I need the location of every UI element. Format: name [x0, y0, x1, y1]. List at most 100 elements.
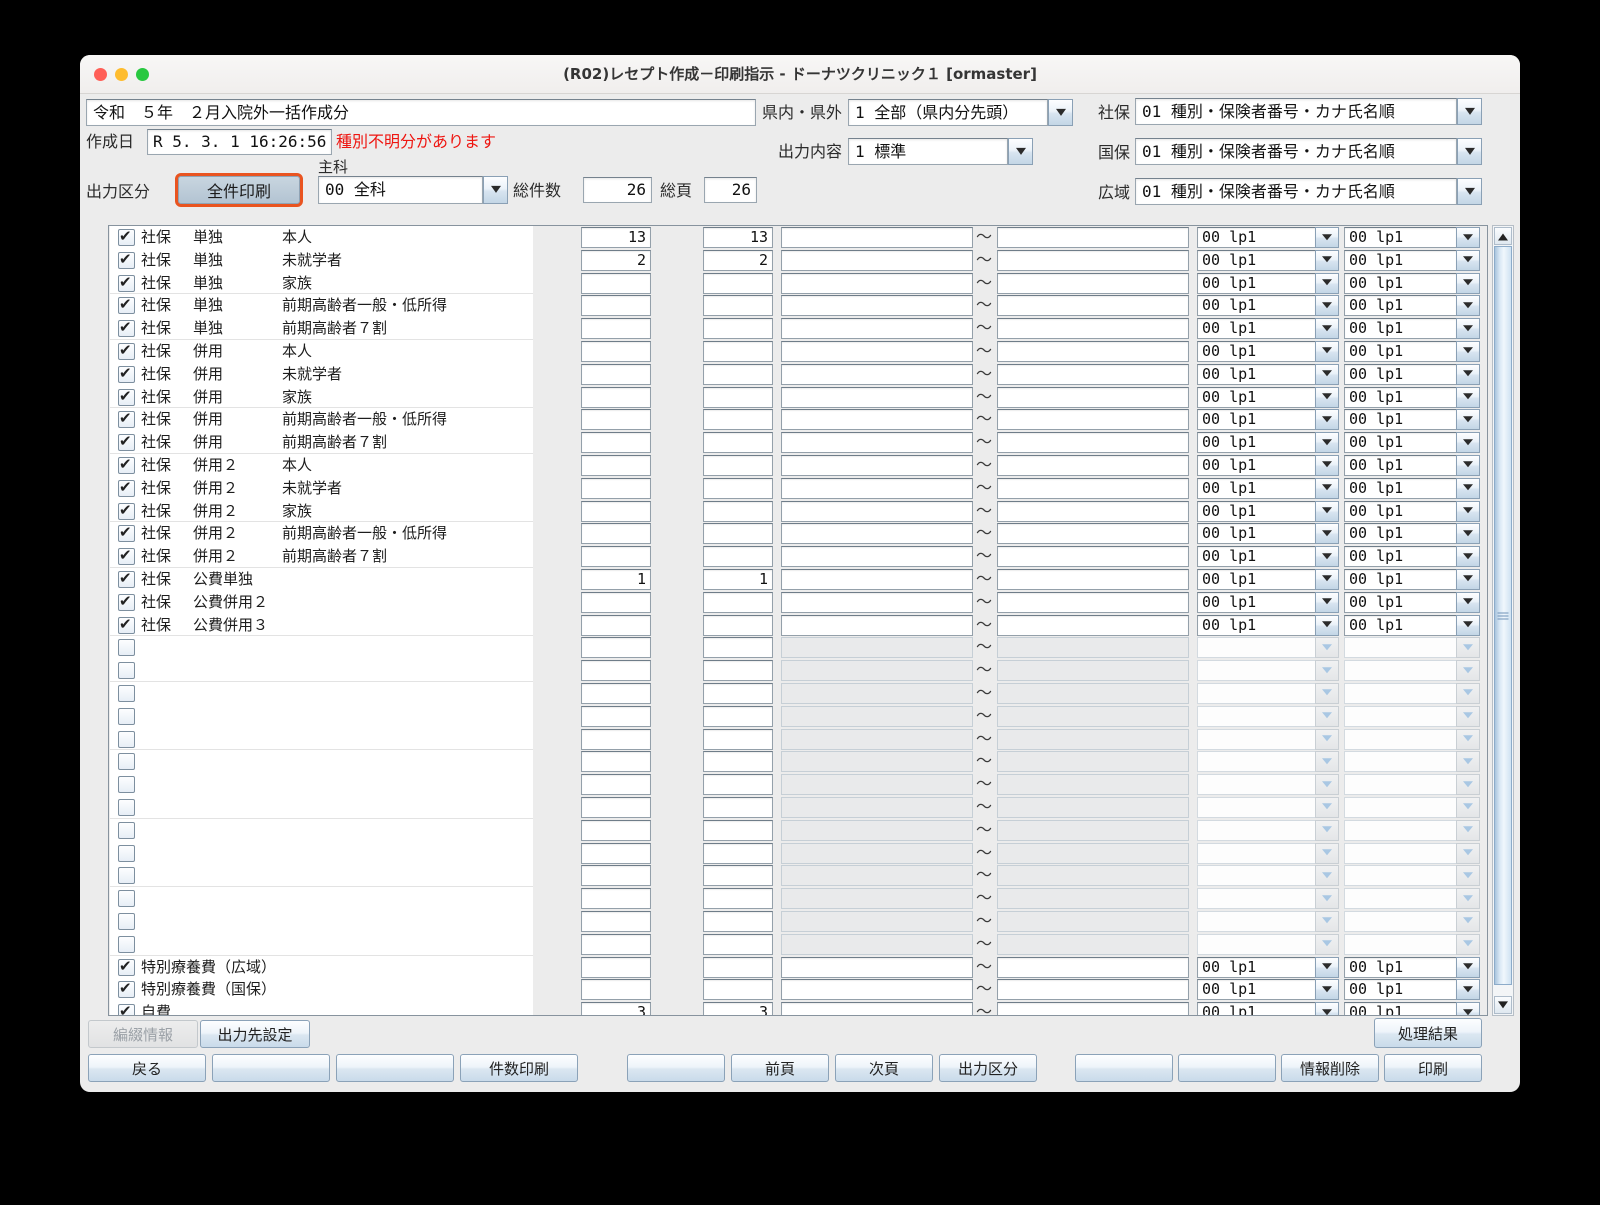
- printer2-select[interactable]: 00 lp1: [1344, 614, 1457, 636]
- printer2-select[interactable]: 00 lp1: [1344, 272, 1457, 294]
- range-start-field[interactable]: [781, 979, 973, 1001]
- printer2-dropdown-button[interactable]: [1456, 386, 1480, 408]
- printer1-select[interactable]: 00 lp1: [1197, 363, 1316, 385]
- range-end-field[interactable]: [997, 454, 1189, 476]
- range-start-field[interactable]: [781, 318, 973, 340]
- printer2-dropdown-button[interactable]: [1456, 272, 1480, 294]
- row-checkbox[interactable]: [118, 639, 135, 657]
- page-count-field[interactable]: 1: [703, 568, 773, 590]
- count-field[interactable]: [581, 979, 651, 1001]
- blank-button[interactable]: [1075, 1054, 1173, 1082]
- row-checkbox[interactable]: [118, 684, 135, 702]
- row-checkbox[interactable]: [118, 821, 135, 839]
- printer1-select[interactable]: 00 lp1: [1197, 409, 1316, 431]
- page-count-field[interactable]: [703, 842, 773, 864]
- count-field[interactable]: [581, 272, 651, 294]
- row-checkbox[interactable]: [118, 707, 135, 725]
- count-field[interactable]: [581, 386, 651, 408]
- page-count-field[interactable]: [703, 614, 773, 636]
- page-count-field[interactable]: [703, 705, 773, 727]
- printer2-dropdown-button[interactable]: [1456, 568, 1480, 590]
- output-content-select[interactable]: 1 標準: [848, 138, 1008, 165]
- page-count-field[interactable]: [703, 979, 773, 1001]
- row-checkbox[interactable]: [118, 753, 135, 771]
- next-page-button[interactable]: 次頁: [835, 1054, 933, 1082]
- kennai-dropdown-button[interactable]: [1048, 99, 1073, 126]
- printer1-select[interactable]: 00 lp1: [1197, 546, 1316, 568]
- blank-button[interactable]: [336, 1054, 454, 1082]
- count-field[interactable]: [581, 500, 651, 522]
- printer1-select[interactable]: 00 lp1: [1197, 568, 1316, 590]
- printer2-dropdown-button[interactable]: [1456, 295, 1480, 317]
- range-end-field[interactable]: [997, 363, 1189, 385]
- range-end-field[interactable]: [997, 318, 1189, 340]
- page-count-field[interactable]: [703, 682, 773, 704]
- range-end-field[interactable]: [997, 477, 1189, 499]
- count-field[interactable]: [581, 956, 651, 978]
- row-checkbox[interactable]: [118, 890, 135, 908]
- page-count-field[interactable]: [703, 546, 773, 568]
- count-field[interactable]: [581, 454, 651, 476]
- count-field[interactable]: [581, 682, 651, 704]
- count-field[interactable]: [581, 933, 651, 955]
- printer1-dropdown-button[interactable]: [1315, 1002, 1339, 1015]
- row-checkbox[interactable]: [118, 546, 135, 566]
- printer2-select[interactable]: 00 lp1: [1344, 454, 1457, 476]
- row-checkbox[interactable]: [118, 250, 135, 269]
- count-print-button[interactable]: 件数印刷: [460, 1054, 578, 1082]
- printer2-select[interactable]: 00 lp1: [1344, 386, 1457, 408]
- range-start-field[interactable]: [781, 956, 973, 978]
- printer1-dropdown-button[interactable]: [1315, 227, 1339, 248]
- back-button[interactable]: 戻る: [88, 1054, 206, 1082]
- printer1-dropdown-button[interactable]: [1315, 979, 1339, 1001]
- page-count-field[interactable]: [703, 523, 773, 545]
- blank-button[interactable]: [627, 1054, 725, 1082]
- range-start-field[interactable]: [781, 1002, 973, 1015]
- count-field[interactable]: 3: [581, 1002, 651, 1015]
- row-checkbox[interactable]: [118, 592, 135, 611]
- range-end-field[interactable]: [997, 956, 1189, 978]
- printer1-dropdown-button[interactable]: [1315, 454, 1339, 476]
- count-field[interactable]: [581, 523, 651, 545]
- range-start-field[interactable]: [781, 386, 973, 408]
- page-count-field[interactable]: [703, 477, 773, 499]
- count-field[interactable]: [581, 477, 651, 499]
- range-end-field[interactable]: [997, 227, 1189, 248]
- scrollbar-thumb[interactable]: [1494, 246, 1512, 985]
- shaho-dropdown-button[interactable]: [1457, 98, 1482, 125]
- count-field[interactable]: [581, 728, 651, 750]
- printer1-dropdown-button[interactable]: [1315, 477, 1339, 499]
- range-end-field[interactable]: [997, 568, 1189, 590]
- blank-button[interactable]: [1178, 1054, 1276, 1082]
- row-checkbox[interactable]: [118, 979, 135, 999]
- page-count-field[interactable]: [703, 751, 773, 773]
- printer2-select[interactable]: 00 lp1: [1344, 1002, 1457, 1015]
- count-field[interactable]: [581, 614, 651, 636]
- printer2-dropdown-button[interactable]: [1456, 363, 1480, 385]
- printer2-dropdown-button[interactable]: [1456, 340, 1480, 362]
- printer2-select[interactable]: 00 lp1: [1344, 956, 1457, 978]
- range-end-field[interactable]: [997, 1002, 1189, 1015]
- printer2-select[interactable]: 00 lp1: [1344, 340, 1457, 362]
- count-field[interactable]: [581, 295, 651, 317]
- range-start-field[interactable]: [781, 272, 973, 294]
- printer1-select[interactable]: 00 lp1: [1197, 477, 1316, 499]
- printer2-dropdown-button[interactable]: [1456, 979, 1480, 1001]
- printer1-select[interactable]: 00 lp1: [1197, 454, 1316, 476]
- page-count-field[interactable]: [703, 272, 773, 294]
- count-field[interactable]: [581, 591, 651, 613]
- printer2-dropdown-button[interactable]: [1456, 546, 1480, 568]
- count-field[interactable]: [581, 409, 651, 431]
- row-checkbox[interactable]: [118, 935, 135, 953]
- page-count-field[interactable]: [703, 409, 773, 431]
- page-count-field[interactable]: [703, 637, 773, 659]
- page-count-field[interactable]: [703, 956, 773, 978]
- range-end-field[interactable]: [997, 340, 1189, 362]
- page-count-field[interactable]: 13: [703, 227, 773, 248]
- printer1-dropdown-button[interactable]: [1315, 363, 1339, 385]
- range-end-field[interactable]: [997, 546, 1189, 568]
- kennai-select[interactable]: 1 全部（県内分先頭）: [848, 99, 1048, 126]
- printer1-select[interactable]: 00 lp1: [1197, 340, 1316, 362]
- count-field[interactable]: [581, 546, 651, 568]
- page-count-field[interactable]: 3: [703, 1002, 773, 1015]
